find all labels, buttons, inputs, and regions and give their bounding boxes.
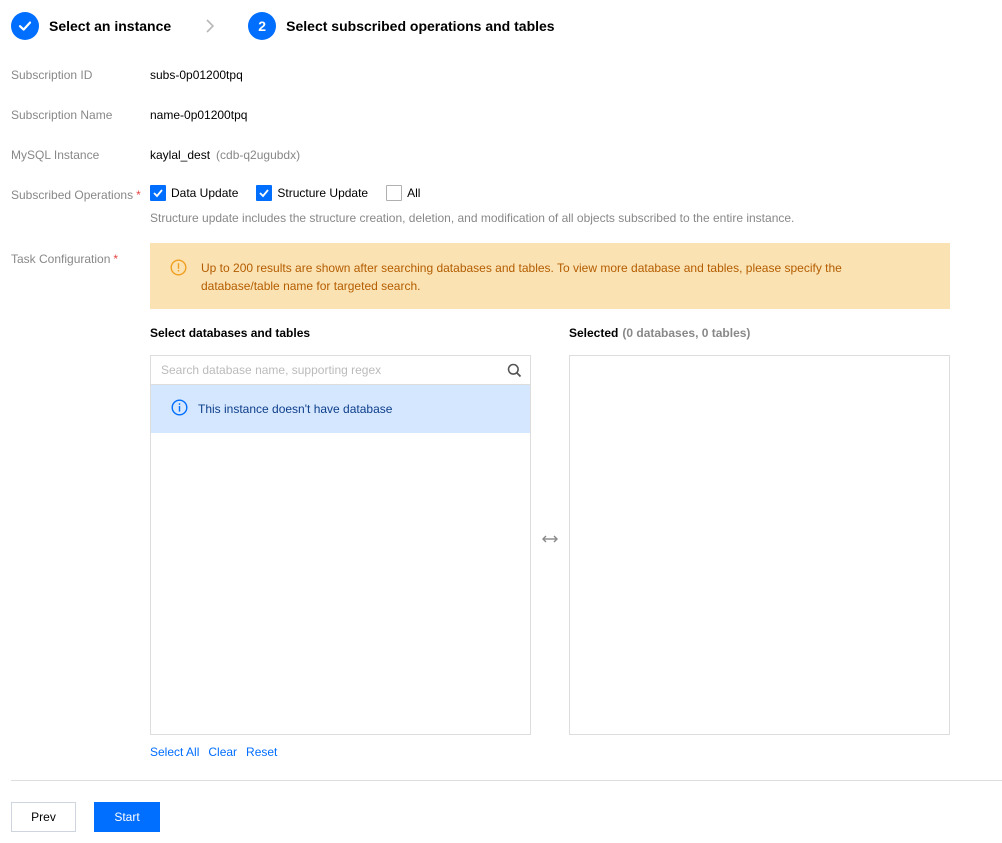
- step-select-instance[interactable]: Select an instance: [11, 12, 171, 40]
- selected-title: Selected (0 databases, 0 tables): [569, 326, 750, 340]
- subscription-name-value: name-0p01200tpq: [150, 108, 248, 122]
- start-button[interactable]: Start: [94, 802, 160, 832]
- no-database-message: This instance doesn't have database: [151, 385, 530, 433]
- mysql-instance-value: kaylal_dest (cdb-q2ugubdx): [150, 148, 300, 162]
- chevron-right-icon: [205, 12, 215, 40]
- select-databases-title: Select databases and tables: [150, 326, 311, 340]
- checkbox-checked-icon: [256, 185, 273, 201]
- stepper: Select an instance 2 Select subscribed o…: [11, 12, 555, 40]
- footer-divider: [11, 780, 1002, 781]
- subscription-id-value: subs-0p01200tpq: [150, 68, 243, 82]
- panel-actions: Select All Clear Reset: [150, 745, 286, 759]
- required-mark: *: [136, 188, 141, 202]
- subscribed-operations-text: Subscribed Operations: [11, 188, 134, 202]
- structure-update-label: Structure Update: [277, 186, 369, 200]
- database-source-panel: This instance doesn't have database: [150, 355, 531, 735]
- mysql-instance-name: kaylal_dest: [150, 148, 211, 162]
- checkbox-all[interactable]: All: [386, 185, 420, 201]
- data-update-label: Data Update: [171, 186, 239, 200]
- search-icon[interactable]: [507, 363, 522, 381]
- task-configuration-label: Task Configuration *: [11, 252, 118, 266]
- search-limit-alert: Up to 200 results are shown after search…: [150, 243, 950, 309]
- database-search-bar: [151, 356, 530, 385]
- mysql-instance-label: MySQL Instance: [11, 148, 100, 162]
- subscription-name-label: Subscription Name: [11, 108, 113, 122]
- selected-title-text: Selected: [569, 326, 619, 340]
- info-icon: [171, 399, 188, 419]
- database-search-input[interactable]: [161, 363, 491, 377]
- select-all-link[interactable]: Select All: [150, 745, 199, 759]
- transfer-arrow-icon: [542, 533, 558, 547]
- warning-icon: [170, 259, 187, 279]
- step-1-title: Select an instance: [49, 18, 172, 34]
- structure-update-hint: Structure update includes the structure …: [150, 211, 795, 225]
- required-mark: *: [113, 252, 119, 266]
- checkbox-structure-update[interactable]: Structure Update: [256, 185, 368, 201]
- check-icon: [11, 12, 39, 40]
- alert-text: Up to 200 results are shown after search…: [201, 261, 842, 293]
- checkbox-checked-icon: [150, 185, 166, 201]
- task-configuration-text: Task Configuration: [11, 252, 111, 266]
- step-select-operations: 2 Select subscribed operations and table…: [248, 12, 555, 40]
- step-2-number: 2: [248, 12, 277, 40]
- clear-link[interactable]: Clear: [208, 745, 237, 759]
- reset-link[interactable]: Reset: [246, 745, 277, 759]
- checkbox-unchecked-icon: [386, 185, 403, 201]
- mysql-instance-id: (cdb-q2ugubdx): [216, 148, 301, 162]
- subscribed-operations-label: Subscribed Operations *: [11, 188, 141, 202]
- selected-count: (0 databases, 0 tables): [622, 326, 751, 340]
- no-database-text: This instance doesn't have database: [198, 402, 393, 416]
- prev-button[interactable]: Prev: [11, 802, 76, 832]
- all-label: All: [407, 186, 421, 200]
- checkbox-data-update[interactable]: Data Update: [150, 185, 238, 201]
- selected-tables-panel: [569, 355, 950, 735]
- step-2-title: Select subscribed operations and tables: [286, 18, 555, 34]
- subscription-id-label: Subscription ID: [11, 68, 93, 82]
- operations-checkbox-group: Data Update Structure Update All: [150, 185, 438, 201]
